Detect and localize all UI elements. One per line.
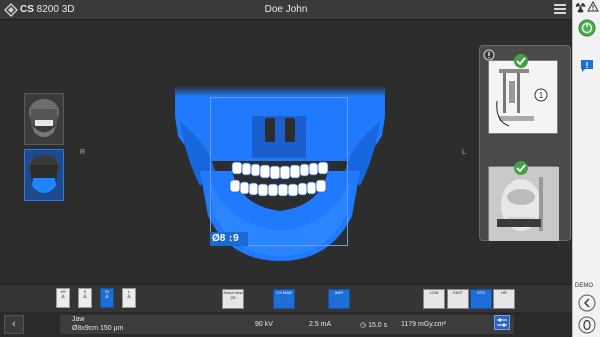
acquisition-toolbar: XS ♙ S ♙ M ♙ L ♙ Scout view 2D CS MAR ANR LOW… [0, 284, 572, 312]
positioning-panel: 1 [479, 45, 571, 241]
panel-handle[interactable] [497, 219, 541, 227]
patient-size-xs-button[interactable]: XS ♙ [56, 288, 70, 308]
dose-value: 1179 mGy.cm² [401, 321, 446, 328]
settings-button[interactable] [494, 315, 510, 330]
status-bar: ‹ Jaw Ø8x9cm 150 µm 90 kV 2.5 mA ◷ 15.0 … [0, 312, 572, 337]
patient-size-l-button[interactable]: L ♙ [122, 288, 136, 308]
ma-value: 2.5 mA [309, 321, 332, 328]
zero-reset-icon[interactable] [578, 316, 596, 334]
patient-size-s-button[interactable]: S ♙ [78, 288, 92, 308]
dose-low-button[interactable]: LOW [423, 289, 445, 309]
radiation-icon [575, 2, 586, 13]
program-detail: Ø8x9cm 150 µm [72, 325, 124, 332]
power-status-icon[interactable] [578, 19, 596, 37]
kv-value: 90 kV [255, 321, 273, 328]
thumbnail-jaw[interactable] [24, 149, 64, 201]
fov-size-badge: Ø8 ↕9 [210, 232, 248, 246]
check-icon [514, 54, 528, 68]
anr-button[interactable]: ANR [328, 289, 350, 309]
warning-icon [587, 1, 599, 12]
head-holder-diagram: 1 [488, 60, 558, 134]
thumbnail-full-skull[interactable] [24, 93, 64, 145]
right-side-marker: R [80, 149, 86, 156]
left-side-marker: L [462, 149, 466, 156]
patient-name: Doe John [264, 4, 308, 15]
hamburger-menu-button[interactable] [554, 4, 566, 15]
program-name: Jaw [72, 316, 85, 323]
dose-std-button[interactable]: STD [470, 289, 492, 309]
fov-selection-box[interactable] [210, 97, 348, 246]
clock-icon: ◷ [360, 322, 369, 329]
dose-fast-button[interactable]: FAST [447, 289, 469, 309]
dose-hr-button[interactable]: HR [493, 289, 515, 309]
exposure-time: ◷ 15.0 s [360, 322, 388, 329]
back-arrow-icon[interactable] [578, 294, 596, 312]
demo-toggle[interactable]: DEMO [575, 283, 593, 289]
message-icon[interactable] [579, 59, 595, 73]
cs-mar-button[interactable]: CS MAR [273, 289, 295, 309]
right-sidebar: DEMO [572, 0, 600, 337]
acquisition-screen: CS 8200 3D Doe John R L Ø8 ↕9 1 XS ♙ S ♙… [0, 0, 600, 337]
title-bar: CS 8200 3D Doe John [0, 0, 572, 20]
image-viewport: R L Ø8 ↕9 1 [0, 21, 572, 284]
svg-text:1: 1 [539, 91, 544, 100]
back-button[interactable]: ‹ [4, 315, 24, 334]
check-icon [514, 161, 528, 175]
patient-head-photo [488, 166, 559, 241]
sliders-icon [497, 318, 507, 327]
scout-view-button[interactable]: Scout view 2D [222, 289, 244, 309]
patient-size-m-button[interactable]: M ♙ [100, 288, 114, 308]
